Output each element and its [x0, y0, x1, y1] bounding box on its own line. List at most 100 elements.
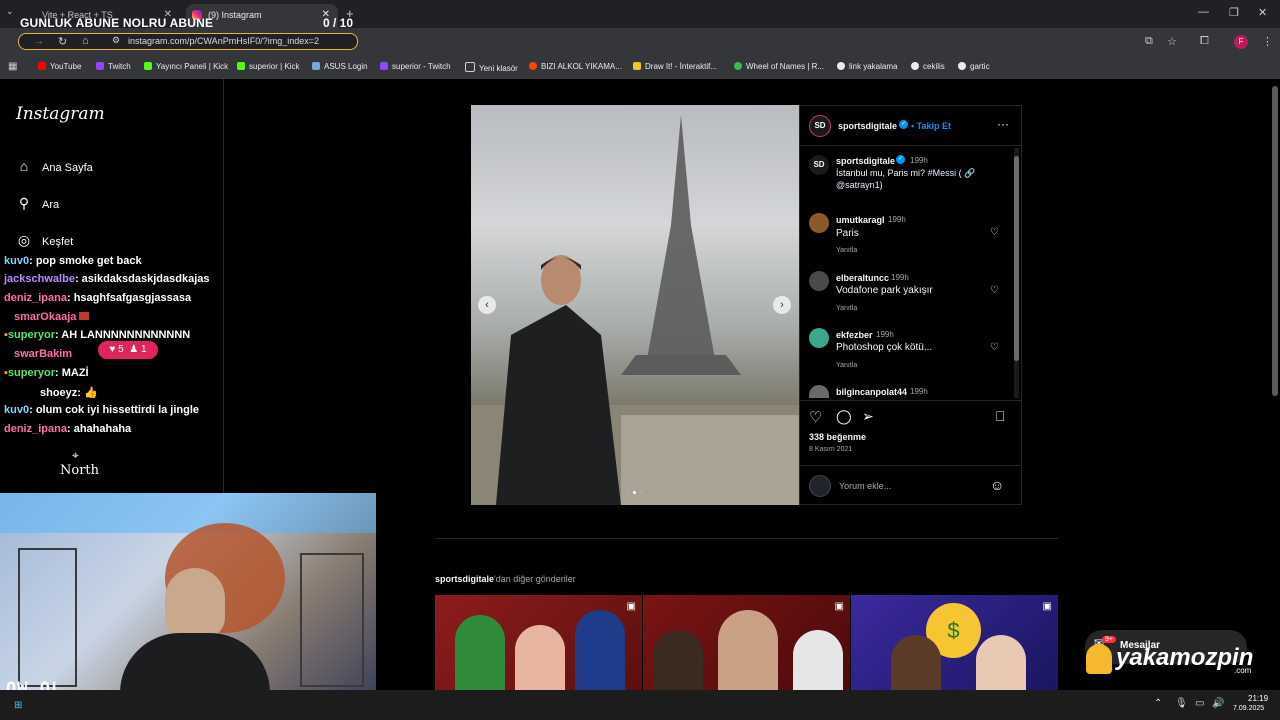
caption-username[interactable]: sportsdigitale	[836, 156, 895, 166]
instagram-logo[interactable]: Instagram	[16, 104, 105, 124]
chat-message: deniz_ipana: hsaghfsafgasgjassasa	[4, 292, 192, 304]
reply-link[interactable]: Yanıtla	[836, 362, 857, 369]
restore-icon[interactable]: ❐	[1229, 6, 1239, 19]
verified-icon: ✓	[899, 120, 908, 129]
tab-search-icon[interactable]: ⌄	[6, 6, 14, 17]
bookmark-superior-twitch[interactable]: superior - Twitch	[380, 62, 451, 71]
commenter-avatar[interactable]	[809, 328, 829, 348]
close-window-icon[interactable]: ✕	[1258, 6, 1267, 19]
apps-grid-icon[interactable]: ▦	[8, 61, 17, 72]
clock-date[interactable]: 7.09.2025	[1233, 705, 1264, 712]
minimize-icon[interactable]: —	[1198, 6, 1209, 18]
reply-link[interactable]: Yanıtla	[836, 247, 857, 254]
bookmark-alkol[interactable]: BIZI ALKOL YIKAMA...	[529, 62, 622, 71]
bookmark-wheel[interactable]: Wheel of Names | R...	[734, 62, 824, 71]
tray-expand-icon[interactable]: ⌃	[1154, 698, 1162, 709]
comment-icon[interactable]: ◯	[836, 408, 852, 425]
post-image[interactable]	[471, 105, 799, 505]
carousel-dot-active	[633, 491, 636, 494]
verified-icon: ✓	[896, 155, 905, 164]
comments-scrollbar[interactable]	[1014, 148, 1019, 398]
reload-icon[interactable]: ↻	[58, 35, 67, 48]
comment-time: 199h	[891, 273, 909, 282]
bookmark-youtube[interactable]: YouTube	[38, 62, 81, 71]
comment-username[interactable]: elberaltuncc	[836, 273, 889, 283]
clock-time[interactable]: 21:19	[1248, 694, 1268, 703]
fire-emote-icon	[79, 312, 90, 320]
chat-message: ▪superyor: MAZİ	[4, 367, 89, 379]
comment-username[interactable]: bilgincanpolat44	[836, 387, 907, 397]
comment-username[interactable]: ekfezber	[836, 330, 873, 340]
bookmark-asus[interactable]: ASUS Login	[312, 62, 368, 71]
profile-avatar[interactable]: F	[1234, 35, 1248, 49]
install-icon[interactable]: ⧉	[1145, 35, 1153, 48]
caption-time: 199h	[910, 156, 928, 165]
sidebar-item-search[interactable]: ⚲ Ara	[16, 195, 59, 215]
post-thumbnail[interactable]: ▣	[643, 595, 850, 690]
north-logo: North	[60, 463, 100, 478]
sidebar-item-explore[interactable]: ◎ Keşfet	[16, 232, 73, 252]
like-icon[interactable]: ♡	[809, 408, 822, 426]
youtube-icon	[38, 62, 46, 70]
hashtag-link[interactable]: #Messi	[928, 168, 957, 178]
globe-icon	[958, 62, 966, 70]
author-username[interactable]: sportsdigitale	[838, 121, 897, 131]
monitor-icon[interactable]: ▭	[1195, 698, 1204, 709]
star-icon[interactable]: ☆	[1167, 35, 1177, 48]
author-avatar[interactable]: SD	[809, 115, 831, 137]
reels-icon: ▣	[834, 601, 844, 612]
next-image-button[interactable]: ›	[773, 296, 791, 314]
caption-text: İstanbul mu, Paris mi? #Messi ( 🔗 @satra…	[836, 168, 976, 190]
comment-like-icon[interactable]: ♡	[990, 227, 999, 238]
chat-message: shoeyz: 👍	[40, 387, 98, 399]
page-scrollbar[interactable]	[1272, 86, 1278, 396]
mic-icon[interactable]: 🎙	[1175, 698, 1188, 709]
windows-start-icon[interactable]: ⊞	[14, 700, 22, 711]
menu-kebab-icon[interactable]: ⋮	[1262, 35, 1273, 48]
follow-button[interactable]: • Takip Et	[911, 121, 951, 131]
comment-text: Vodafone park yakışır	[836, 285, 933, 296]
bookmark-folder[interactable]: Yeni klasör	[465, 62, 518, 73]
extensions-icon[interactable]: ⧠	[1200, 35, 1209, 48]
bookmark-twitch[interactable]: Twitch	[96, 62, 131, 71]
home-icon[interactable]: ⌂	[82, 35, 89, 47]
commenter-avatar[interactable]	[809, 385, 829, 398]
comment-time: 199h	[876, 330, 894, 339]
bookmark-icon[interactable]: ⎕	[996, 408, 1004, 425]
caption-avatar[interactable]: SD	[809, 155, 829, 175]
globe-icon	[837, 62, 845, 70]
bookmark-kick-panel[interactable]: Yayıncı Paneli | Kick	[144, 62, 228, 71]
chat-message: jackschwalbe: asikdaksdaskjdasdkajas	[4, 273, 210, 285]
sidebar-item-home[interactable]: ⌂ Ana Sayfa	[16, 158, 93, 178]
comment-username[interactable]: umutkaragl	[836, 215, 885, 225]
more-options-icon[interactable]: ···	[997, 117, 1009, 131]
chat-message: swarBakim	[14, 348, 73, 360]
commenter-avatar[interactable]	[809, 271, 829, 291]
divider	[800, 465, 1021, 466]
divider	[800, 400, 1021, 401]
likes-count[interactable]: 338 beğenme	[809, 432, 866, 442]
bookmark-gartic[interactable]: gartic	[958, 62, 990, 71]
forward-icon[interactable]: →	[34, 36, 44, 47]
comment-like-icon[interactable]: ♡	[990, 342, 999, 353]
kick-icon	[237, 62, 245, 70]
commenter-avatar[interactable]	[809, 213, 829, 233]
mention-link[interactable]: @satrayn1	[836, 180, 880, 190]
emoji-icon[interactable]: ☺	[990, 477, 1004, 493]
speaker-icon[interactable]: 🔊	[1212, 698, 1224, 709]
comment-like-icon[interactable]: ♡	[990, 285, 999, 296]
reply-link[interactable]: Yanıtla	[836, 305, 857, 312]
chat-message: smarOkaaja	[14, 311, 90, 323]
more-posts-user[interactable]: sportsdigitale	[435, 574, 494, 584]
post-thumbnail[interactable]: ▣	[435, 595, 642, 690]
bookmark-superior-kick[interactable]: superior | Kick	[237, 62, 300, 71]
yakamozpin-logo: yakamozpin .com	[1082, 640, 1272, 680]
bookmark-link[interactable]: link yakalama	[837, 62, 897, 71]
share-icon[interactable]: ➢	[862, 408, 874, 425]
comment-input[interactable]: Yorum ekle...	[839, 481, 891, 491]
bookmark-cekilis[interactable]: cekilis	[911, 62, 945, 71]
site-info-icon[interactable]: ⚙	[112, 35, 120, 46]
bookmark-drawit[interactable]: Draw It! - İnteraktif...	[633, 62, 717, 71]
prev-image-button[interactable]: ‹	[478, 296, 496, 314]
post-thumbnail[interactable]: ▣ $	[851, 595, 1058, 690]
